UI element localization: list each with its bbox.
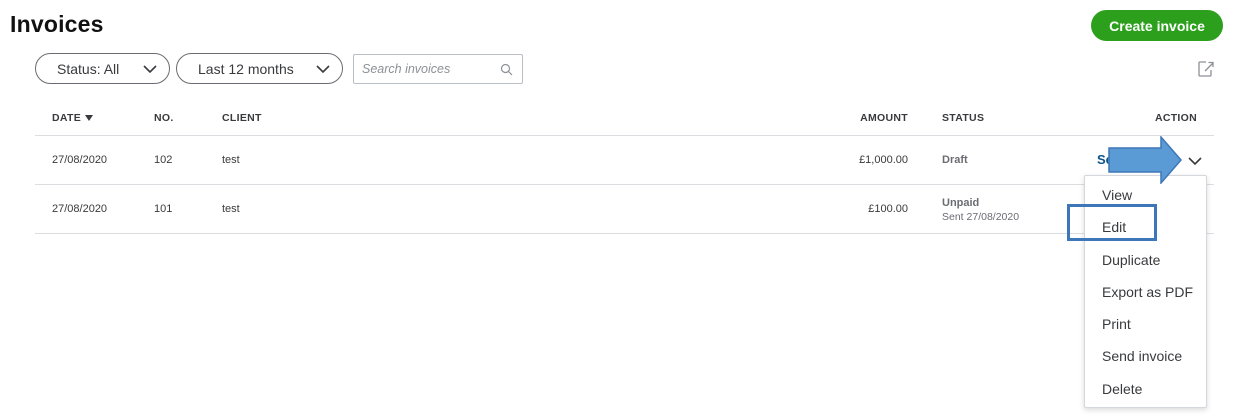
- chevron-down-icon: [316, 65, 330, 74]
- export-icon[interactable]: [1196, 59, 1216, 79]
- create-invoice-button[interactable]: Create invoice: [1091, 10, 1223, 41]
- cell-no: 102: [154, 154, 173, 166]
- cell-client: test: [222, 203, 240, 215]
- date-range-dropdown[interactable]: Last 12 months: [176, 53, 343, 84]
- page-title: Invoices: [10, 11, 104, 37]
- status-filter-label: Status: All: [57, 60, 120, 77]
- column-header-action: ACTION: [1154, 112, 1197, 124]
- table-row[interactable]: 27/08/2020 102 test £1,000.00 Draft Se: [35, 136, 1214, 185]
- invoices-table: DATE NO. CLIENT AMOUNT STATUS ACTION 27/…: [35, 102, 1214, 234]
- chevron-down-icon[interactable]: [1188, 154, 1202, 168]
- cell-amount: £1,000.00: [859, 154, 908, 166]
- table-row[interactable]: 27/08/2020 101 test £100.00 Unpaid Sent …: [35, 185, 1214, 234]
- menu-item-delete[interactable]: Delete: [1102, 381, 1142, 397]
- menu-item-send-invoice[interactable]: Send invoice: [1102, 348, 1182, 364]
- cell-date: 27/08/2020: [52, 203, 108, 215]
- status-subtext: Sent 27/08/2020: [942, 211, 1020, 223]
- menu-item-duplicate[interactable]: Duplicate: [1102, 252, 1160, 268]
- menu-item-print[interactable]: Print: [1102, 316, 1131, 332]
- table-header: DATE NO. CLIENT AMOUNT STATUS ACTION: [35, 102, 1214, 136]
- cell-amount: £100.00: [868, 203, 908, 215]
- status-badge: Draft: [942, 154, 968, 166]
- invoices-page: Invoices Create invoice Status: All Last…: [0, 0, 1238, 420]
- menu-item-export-pdf[interactable]: Export as PDF: [1102, 284, 1193, 300]
- status-filter-dropdown[interactable]: Status: All: [35, 53, 170, 84]
- cell-no: 101: [154, 203, 173, 215]
- column-header-status[interactable]: STATUS: [942, 112, 984, 124]
- column-header-client[interactable]: CLIENT: [222, 112, 262, 124]
- search-box: [353, 54, 523, 84]
- chevron-down-icon: [143, 65, 157, 74]
- search-icon[interactable]: [500, 63, 513, 76]
- cell-date: 27/08/2020: [52, 154, 108, 166]
- arrow-right-icon: [1108, 136, 1182, 184]
- status-badge: Unpaid: [942, 197, 980, 209]
- column-header-date[interactable]: DATE: [52, 112, 94, 124]
- date-range-label: Last 12 months: [198, 60, 294, 77]
- search-input[interactable]: [354, 55, 494, 83]
- menu-item-view[interactable]: View: [1102, 187, 1132, 203]
- column-header-amount[interactable]: AMOUNT: [860, 112, 908, 124]
- sort-down-icon: [85, 115, 94, 121]
- annotation-highlight-box: [1067, 204, 1157, 241]
- cell-client: test: [222, 154, 240, 166]
- column-header-no[interactable]: NO.: [154, 112, 174, 124]
